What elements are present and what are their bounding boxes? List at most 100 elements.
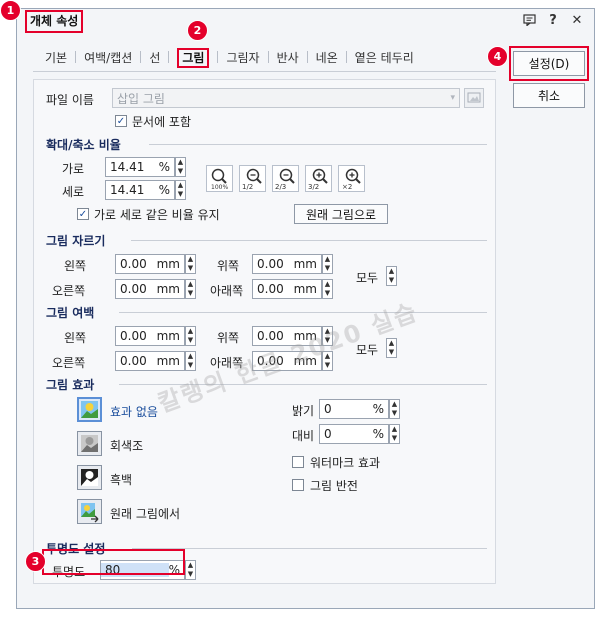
window-title: 개체 속성: [25, 10, 84, 33]
message-icon[interactable]: [522, 13, 536, 27]
scale-width-input[interactable]: 14.41 %: [105, 157, 175, 177]
zoom-double-button[interactable]: ×2: [338, 165, 365, 192]
no-effect-icon[interactable]: [77, 397, 102, 422]
folder-browse-icon[interactable]: [464, 88, 484, 108]
crop-top-spinner[interactable]: ▲ ▼: [322, 254, 333, 274]
zoom-three-halves-icon: 3/2: [308, 168, 328, 191]
brightness-input[interactable]: 0 %: [319, 399, 389, 419]
scale-section-title: 확대/축소 비율: [46, 138, 121, 152]
crop-right-value: 0.00: [120, 282, 147, 296]
crop-bottom-spinner[interactable]: ▲ ▼: [322, 279, 333, 299]
tab-picture-label: 그림: [177, 47, 210, 68]
no-effect-label[interactable]: 효과 없음: [110, 403, 158, 420]
file-name-placeholder: 삽입 그림: [117, 91, 165, 106]
effects-section-title: 그림 효과: [46, 378, 95, 392]
object-properties-dialog: 개체 속성 ? ✕ 기본 여백/캡션 선 그림 그림자 반사 네온 옅은 테두리…: [16, 8, 595, 609]
tab-margin-caption[interactable]: 여백/캡션: [76, 49, 140, 66]
cancel-button[interactable]: 취소: [513, 83, 585, 108]
svg-text:×2: ×2: [342, 183, 352, 191]
scale-width-value: 14.41: [110, 160, 145, 174]
zoom-100-button[interactable]: 100%: [206, 165, 233, 192]
include-in-doc-checkbox[interactable]: ✓: [115, 115, 127, 127]
zoom-half-icon: 1/2: [242, 168, 262, 191]
crop-right-input[interactable]: 0.00 mm: [115, 279, 185, 299]
brightness-unit: %: [372, 402, 384, 416]
margin-right-unit: mm: [156, 354, 180, 368]
crop-right-spinner[interactable]: ▲ ▼: [185, 279, 196, 299]
invert-picture-checkbox[interactable]: [292, 479, 304, 491]
watermark-effect-checkbox[interactable]: [292, 456, 304, 468]
crop-all-label: 모두: [356, 271, 379, 285]
grayscale-icon[interactable]: [77, 431, 102, 456]
svg-text:1/2: 1/2: [242, 183, 253, 191]
contrast-spinner[interactable]: ▲ ▼: [389, 424, 400, 444]
crop-bottom-value: 0.00: [257, 282, 284, 296]
scale-height-unit: %: [158, 183, 170, 197]
crop-bottom-input[interactable]: 0.00 mm: [252, 279, 322, 299]
margin-right-label: 오른쪽: [52, 356, 86, 370]
tab-picture[interactable]: 그림: [169, 47, 217, 68]
crop-bottom-label: 아래쪽: [210, 284, 244, 298]
crop-right-unit: mm: [156, 282, 180, 296]
crop-all-spinner[interactable]: ▲ ▼: [386, 266, 397, 286]
crop-section-title: 그림 자르기: [46, 234, 106, 248]
tab-shadow[interactable]: 그림자: [218, 49, 267, 66]
help-icon[interactable]: ?: [546, 13, 560, 28]
margin-all-spinner[interactable]: ▲ ▼: [386, 338, 397, 358]
original-size-button[interactable]: 원래 그림으로: [294, 204, 388, 224]
close-icon[interactable]: ✕: [570, 13, 584, 28]
section-divider: [119, 312, 487, 313]
contrast-unit: %: [372, 427, 384, 441]
file-name-input[interactable]: 삽입 그림 ▾: [112, 88, 460, 108]
original-picture-icon[interactable]: [77, 499, 102, 524]
crop-left-input[interactable]: 0.00 mm: [115, 254, 185, 274]
badge-3: 3: [25, 551, 46, 572]
margin-right-spinner[interactable]: ▲ ▼: [185, 351, 196, 371]
zoom-half-button[interactable]: 1/2: [239, 165, 266, 192]
svg-text:100%: 100%: [211, 184, 228, 191]
black-white-label[interactable]: 흑백: [110, 471, 132, 488]
scale-height-input[interactable]: 14.41 %: [105, 180, 175, 200]
cancel-button-label: 취소: [537, 89, 561, 103]
margin-left-input[interactable]: 0.00 mm: [115, 326, 185, 346]
black-white-icon[interactable]: [77, 465, 102, 490]
ok-button-highlight: [509, 46, 589, 81]
margin-left-unit: mm: [156, 329, 180, 343]
tab-line[interactable]: 선: [141, 49, 168, 66]
margin-top-label: 위쪽: [217, 331, 240, 345]
margin-left-spinner[interactable]: ▲ ▼: [185, 326, 196, 346]
crop-right-label: 오른쪽: [52, 284, 86, 298]
crop-left-spinner[interactable]: ▲ ▼: [185, 254, 196, 274]
tab-basic[interactable]: 기본: [37, 49, 75, 66]
margin-right-value: 0.00: [120, 354, 147, 368]
include-in-doc-label: 문서에 포함: [132, 115, 192, 129]
zoom-three-halves-button[interactable]: 3/2: [305, 165, 332, 192]
zoom-two-thirds-button[interactable]: 2/3: [272, 165, 299, 192]
scale-height-value: 14.41: [110, 183, 145, 197]
crop-top-label: 위쪽: [217, 259, 240, 273]
scale-width-unit: %: [158, 160, 170, 174]
section-divider: [132, 548, 487, 549]
svg-text:2/3: 2/3: [275, 183, 286, 191]
scale-width-spinner[interactable]: ▲ ▼: [175, 157, 186, 177]
badge-1: 1: [0, 0, 21, 21]
keep-ratio-checkbox[interactable]: ✓: [77, 208, 89, 220]
brightness-label: 밝기: [292, 404, 315, 418]
grayscale-label[interactable]: 회색조: [110, 437, 143, 454]
zoom-two-thirds-icon: 2/3: [275, 168, 295, 191]
crop-top-input[interactable]: 0.00 mm: [252, 254, 322, 274]
tab-soft-edge[interactable]: 옅은 테두리: [347, 49, 422, 66]
svg-text:3/2: 3/2: [308, 183, 319, 191]
tab-reflection[interactable]: 반사: [269, 49, 307, 66]
zoom-100-icon: 100%: [211, 168, 228, 191]
badge-2: 2: [187, 20, 208, 41]
tab-underline: [33, 71, 496, 72]
contrast-input[interactable]: 0 %: [319, 424, 389, 444]
brightness-spinner[interactable]: ▲ ▼: [389, 399, 400, 419]
scale-height-spinner[interactable]: ▲ ▼: [175, 180, 186, 200]
original-picture-label[interactable]: 원래 그림에서: [110, 505, 180, 522]
margin-right-input[interactable]: 0.00 mm: [115, 351, 185, 371]
transparency-spinner[interactable]: ▲ ▼: [185, 560, 196, 580]
tab-neon[interactable]: 네온: [308, 49, 346, 66]
original-size-label: 원래 그림으로: [305, 207, 377, 222]
